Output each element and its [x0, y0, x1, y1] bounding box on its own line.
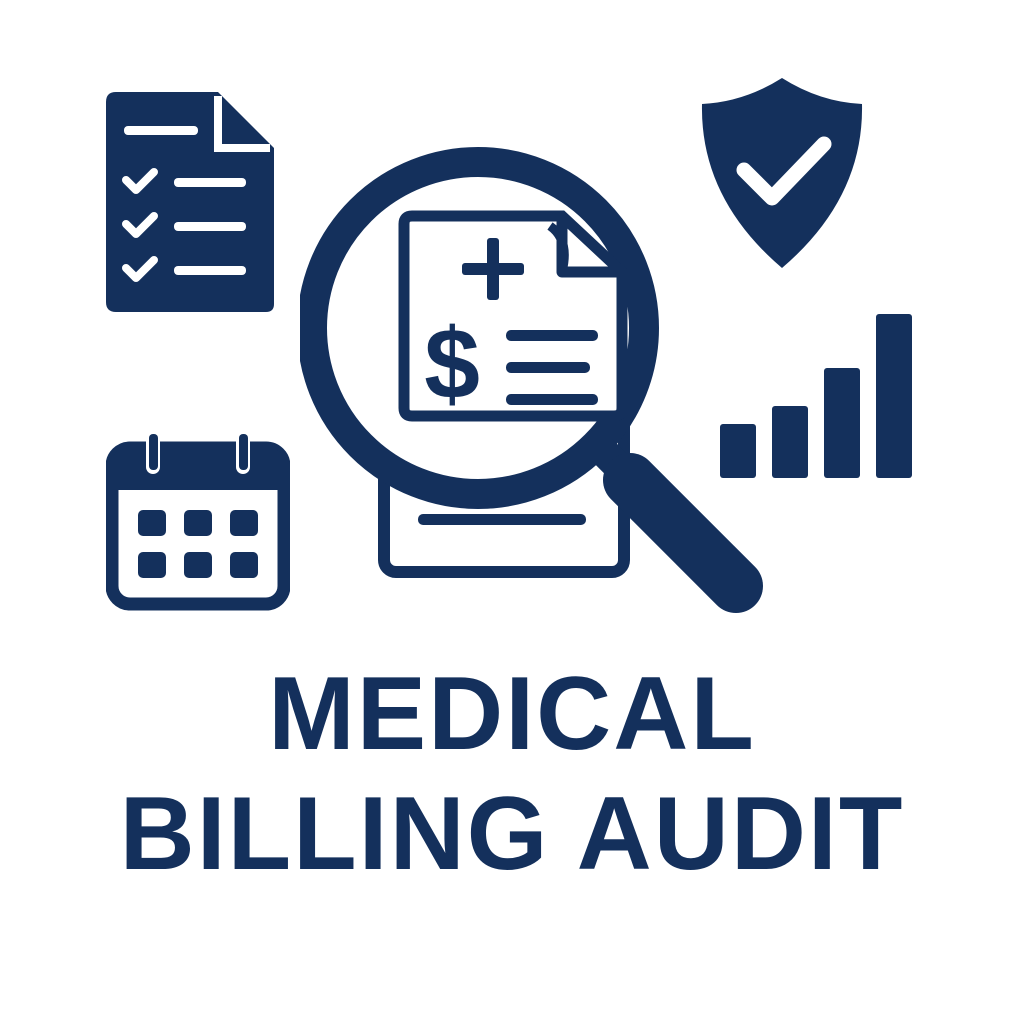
checklist-document-icon — [106, 92, 274, 312]
title-line-1: MEDICAL — [268, 656, 756, 772]
dollar-sign-icon: $ — [424, 308, 480, 420]
magnifying-glass-icon: $ — [300, 147, 763, 613]
bar-2 — [772, 406, 808, 478]
billing-audit-graphic: $ MEDICAL BILLING AUDIT — [0, 0, 1024, 1024]
calendar-icon — [106, 430, 290, 611]
bar-3 — [824, 368, 860, 478]
title-line-2: BILLING AUDIT — [119, 776, 905, 892]
bill-document-icon: $ — [398, 210, 628, 422]
bar-4 — [876, 314, 912, 478]
